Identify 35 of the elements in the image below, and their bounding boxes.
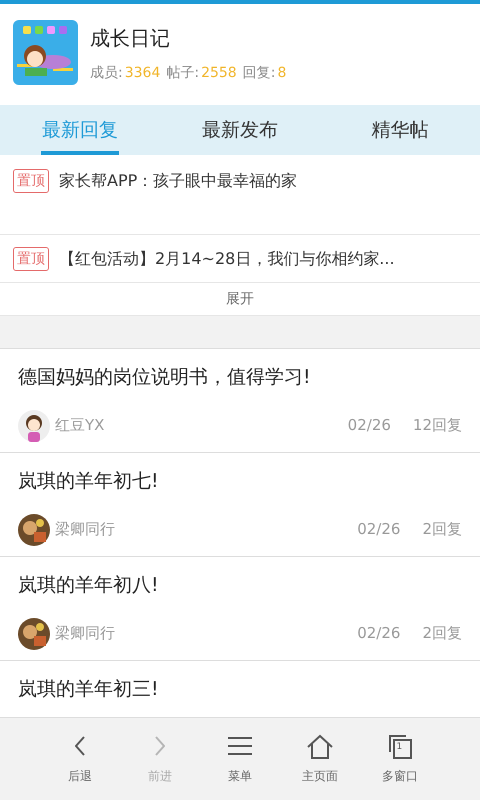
tab[interactable]: 最新发布 <box>201 105 279 155</box>
group-logo <box>13 20 78 85</box>
home-icon <box>307 734 333 758</box>
stat-label: 帖子: <box>166 64 200 83</box>
reply-count: 12回复 <box>412 415 462 436</box>
forward-icon <box>155 736 165 756</box>
stat-value: 3364 <box>124 64 160 83</box>
pinned-badge: 置顶 <box>13 246 49 270</box>
reply-count: 2回复 <box>422 623 462 644</box>
nav-home-button[interactable]: 主页面 <box>280 733 360 785</box>
stat-value: 2558 <box>201 64 237 83</box>
pinned-post-title[interactable]: 家长帮APP：孩子眼中最幸福的家 <box>59 169 298 193</box>
stat-label: 成员: <box>90 64 123 83</box>
nav-back-button[interactable]: 后退 <box>40 733 120 785</box>
nav-menu-button[interactable]: 菜单 <box>200 733 280 785</box>
stat-value: 8 <box>277 64 286 83</box>
stat-label: 回复: <box>242 64 276 83</box>
reply-count: 2回复 <box>422 519 462 540</box>
expand-link[interactable]: 展开 <box>226 288 254 310</box>
pinned-post-title[interactable]: 【红包活动】2月14~28日，我们与你相约家... <box>59 246 395 270</box>
post-date: 02/26 <box>348 415 391 436</box>
post-title[interactable]: 德国妈妈的岗位说明书，值得学习! <box>18 363 462 392</box>
post-title[interactable]: 岚琪的羊年初三! <box>18 675 462 704</box>
tab[interactable]: 精华帖 <box>370 105 430 155</box>
back-icon <box>75 736 85 756</box>
nav-windows-button[interactable]: 1 多窗口 <box>360 733 440 785</box>
post-date: 02/26 <box>357 519 400 540</box>
group-title: 成长日记 <box>90 25 171 52</box>
post-title[interactable]: 岚琪的羊年初七! <box>18 467 462 496</box>
pinned-badge: 置顶 <box>13 169 49 193</box>
window-count: 1 <box>396 741 402 753</box>
windows-icon <box>388 734 412 758</box>
post-title[interactable]: 岚琪的羊年初八! <box>18 571 462 600</box>
menu-icon <box>227 736 253 756</box>
post-date: 02/26 <box>357 623 400 644</box>
